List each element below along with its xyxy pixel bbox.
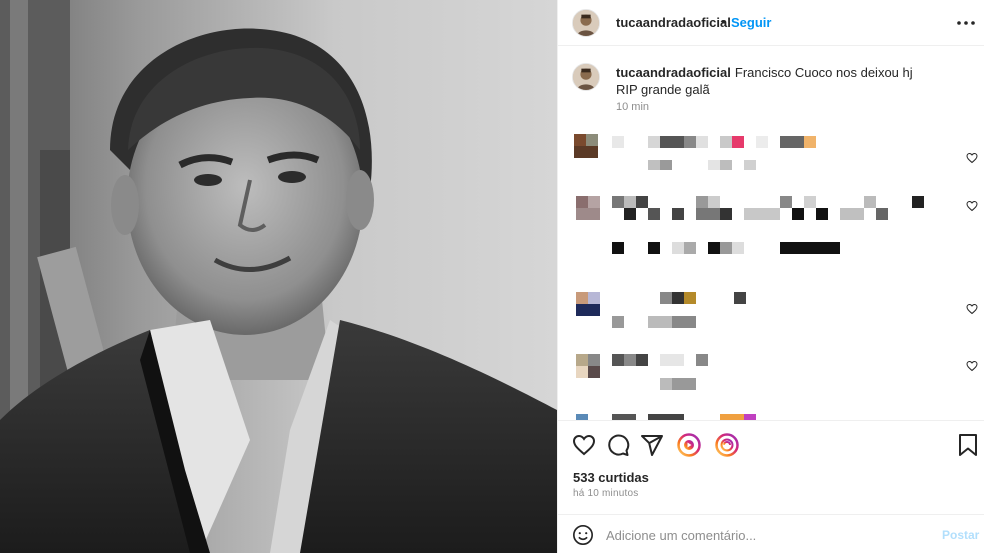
emoji-icon[interactable] [572, 524, 594, 546]
add-comment-bar: Postar [558, 514, 984, 553]
comment-input[interactable] [606, 526, 926, 544]
post-comment-button[interactable]: Postar [942, 528, 979, 542]
reels-icon[interactable] [677, 433, 701, 457]
post-photo[interactable] [0, 0, 557, 553]
caption-text: tucaandradaoficial Francisco Cuoco nos de… [616, 64, 916, 98]
comment-avatar[interactable] [574, 134, 586, 146]
share-icon[interactable] [640, 433, 664, 457]
caption-time: 10 min [616, 101, 650, 113]
heart-icon[interactable] [572, 433, 596, 457]
author-avatar[interactable] [572, 9, 600, 37]
follow-button[interactable]: Seguir [731, 15, 771, 30]
comment-like-heart-icon[interactable] [966, 303, 978, 315]
comments-list [558, 122, 984, 420]
caption-username[interactable]: tucaandradaoficial [616, 65, 731, 80]
comment-like-heart-icon[interactable] [966, 360, 978, 372]
more-horizontal-icon[interactable] [956, 14, 976, 32]
author-username[interactable]: tucaandradaoficial [616, 15, 731, 30]
comment-avatar[interactable] [576, 292, 588, 304]
reels-icon[interactable] [715, 433, 739, 457]
comment-like-heart-icon[interactable] [966, 152, 978, 164]
comment-item [558, 352, 984, 392]
post-header: tucaandradaoficial • Seguir [558, 0, 984, 46]
portrait-image [0, 0, 557, 553]
comment-avatar[interactable] [576, 354, 588, 366]
comment-item [558, 412, 984, 420]
post-timestamp: há 10 minutos [573, 488, 639, 499]
comment-avatar[interactable] [576, 196, 588, 208]
comment-item [558, 192, 984, 262]
comment-item [558, 132, 984, 172]
post-details-pane: tucaandradaoficial • Seguir tucaandradao… [557, 0, 984, 553]
comment-like-heart-icon[interactable] [966, 200, 978, 212]
comment-icon[interactable] [606, 433, 630, 457]
post-actions: 533 curtidas há 10 minutos Postar [558, 420, 984, 553]
caption-avatar[interactable] [572, 63, 600, 91]
likes-count[interactable]: 533 curtidas [573, 470, 649, 485]
separator-dot: • [721, 14, 726, 29]
comment-item [558, 290, 984, 334]
bookmark-icon[interactable] [956, 433, 980, 457]
